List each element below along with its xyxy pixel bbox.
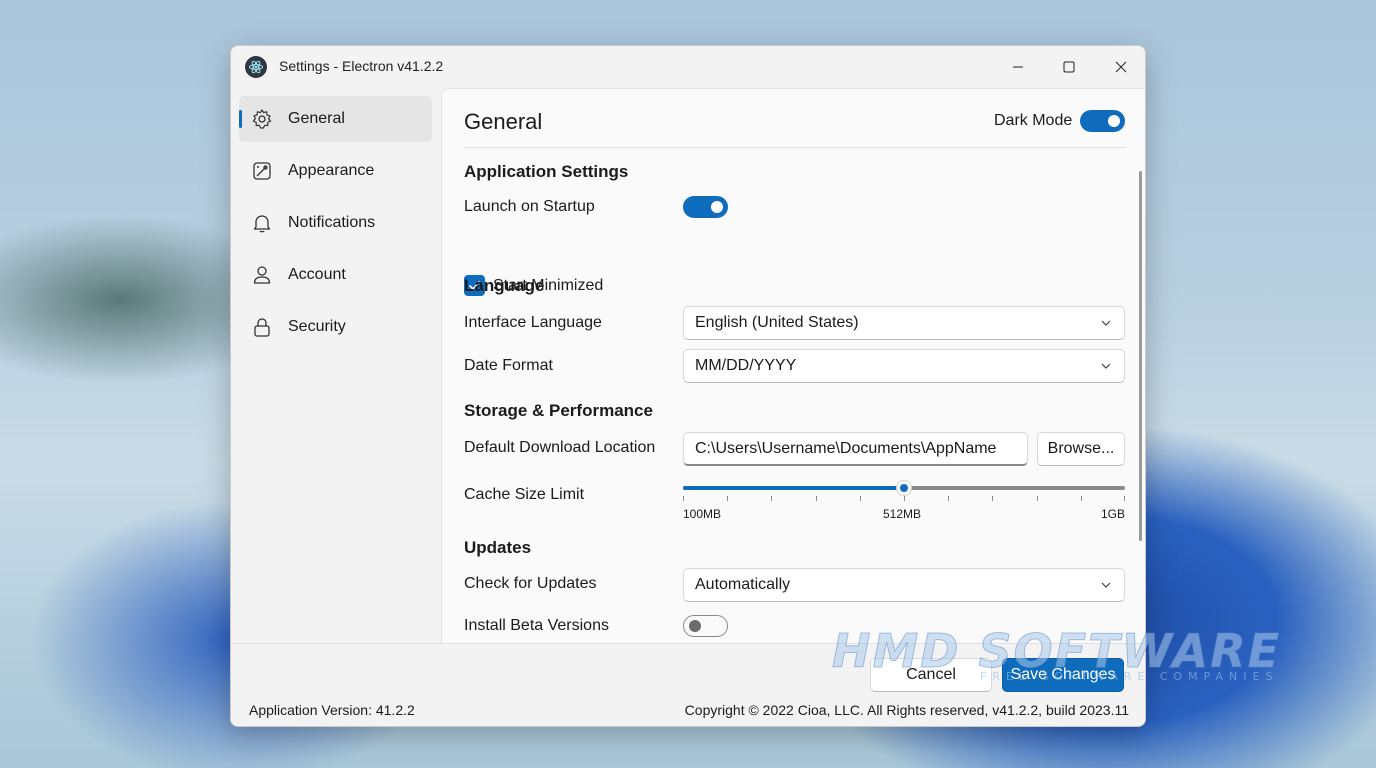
interface-language-label: Interface Language xyxy=(464,314,602,331)
slider-tick xyxy=(992,496,993,501)
footer: Cancel Save Changes Application Version:… xyxy=(231,643,1145,726)
sidebar-item-notifications[interactable]: Notifications xyxy=(239,200,432,246)
settings-content: General Dark Mode Application Settings L… xyxy=(441,88,1145,643)
header-divider xyxy=(464,147,1126,148)
active-indicator xyxy=(239,110,242,128)
slider-tick xyxy=(1124,496,1125,501)
chevron-down-icon xyxy=(1101,320,1111,326)
slider-tick xyxy=(1081,496,1082,501)
download-location-label: Default Download Location xyxy=(464,439,656,456)
dark-mode-toggle[interactable] xyxy=(1080,110,1125,132)
cache-size-slider[interactable]: 100MB 512MB 1GB xyxy=(683,478,1125,521)
date-format-label: Date Format xyxy=(464,357,553,374)
download-location-value: C:\Users\Username\Documents\AppName xyxy=(695,440,997,457)
slider-tick xyxy=(816,496,817,501)
page-title: General xyxy=(464,109,543,134)
save-changes-button[interactable]: Save Changes xyxy=(1002,658,1124,692)
maximize-button[interactable] xyxy=(1044,46,1094,88)
lock-icon xyxy=(254,318,270,337)
check-updates-dropdown[interactable]: Automatically xyxy=(683,568,1125,602)
cancel-button[interactable]: Cancel xyxy=(870,658,992,692)
slider-tick xyxy=(860,496,861,501)
gear-icon xyxy=(252,109,272,129)
beta-versions-toggle[interactable] xyxy=(683,615,728,637)
slider-fill xyxy=(683,486,904,490)
launch-on-startup-toggle[interactable] xyxy=(683,196,728,218)
app-version: Application Version: 41.2.2 xyxy=(249,702,415,718)
section-storage-performance: Storage & Performance xyxy=(464,401,653,420)
sidebar-item-label: General xyxy=(288,110,345,127)
chevron-down-icon xyxy=(1101,582,1111,588)
electron-app-icon xyxy=(245,56,267,78)
sidebar-item-account[interactable]: Account xyxy=(239,252,432,298)
copyright-text: Copyright © 2022 Cioa, LLC. All Rights r… xyxy=(684,702,1129,718)
toggle-knob xyxy=(711,201,723,213)
date-format-dropdown[interactable]: MM/DD/YYYY xyxy=(683,349,1125,383)
palette-icon xyxy=(253,162,271,180)
check-updates-label: Check for Updates xyxy=(464,575,597,592)
dropdown-value: MM/DD/YYYY xyxy=(695,357,797,374)
close-button[interactable] xyxy=(1096,46,1145,88)
window-title: Settings - Electron v41.2.2 xyxy=(279,58,444,74)
maximize-icon xyxy=(1063,61,1075,73)
minimize-button[interactable] xyxy=(993,46,1043,88)
download-location-input[interactable]: C:\Users\Username\Documents\AppName xyxy=(683,432,1028,466)
settings-window: Settings - Electron v41.2.2 General Appe… xyxy=(230,45,1146,727)
section-updates: Updates xyxy=(464,538,532,557)
beta-versions-label: Install Beta Versions xyxy=(464,617,609,634)
sidebar: General Appearance Notifications Account… xyxy=(231,88,441,643)
interface-language-dropdown[interactable]: English (United States) xyxy=(683,306,1125,340)
slider-tick xyxy=(683,496,684,501)
sidebar-item-security[interactable]: Security xyxy=(239,304,432,350)
slider-min-label: 100MB xyxy=(683,507,722,521)
sidebar-item-appearance[interactable]: Appearance xyxy=(239,148,432,194)
browse-button[interactable]: Browse... xyxy=(1037,432,1125,466)
scrollbar[interactable] xyxy=(1139,171,1142,541)
dark-mode-label: Dark Mode xyxy=(994,112,1073,129)
person-icon xyxy=(253,266,271,284)
slider-max-label: 1GB xyxy=(1100,507,1125,521)
sidebar-item-label: Account xyxy=(288,266,346,283)
slider-mid-label: 512MB xyxy=(883,507,922,521)
slider-thumb[interactable] xyxy=(896,480,912,496)
dropdown-value: English (United States) xyxy=(695,314,859,331)
slider-tick xyxy=(948,496,949,501)
cache-size-label: Cache Size Limit xyxy=(464,486,585,503)
slider-tick xyxy=(727,496,728,501)
title-bar[interactable]: Settings - Electron v41.2.2 xyxy=(231,46,1145,88)
close-icon xyxy=(1115,61,1127,73)
sidebar-item-label: Appearance xyxy=(288,162,375,179)
launch-on-startup-label: Launch on Startup xyxy=(464,198,595,215)
slider-tick xyxy=(1037,496,1038,501)
toggle-knob xyxy=(689,620,701,632)
dropdown-value: Automatically xyxy=(695,576,791,593)
sidebar-item-label: Notifications xyxy=(288,214,376,231)
sidebar-item-general[interactable]: General xyxy=(239,96,432,142)
bell-icon xyxy=(253,215,271,233)
section-application-settings: Application Settings xyxy=(464,162,629,181)
chevron-down-icon xyxy=(1101,363,1111,369)
section-language: Language xyxy=(464,276,545,295)
slider-tick xyxy=(904,496,905,501)
slider-tick xyxy=(771,496,772,501)
minimize-icon xyxy=(1013,66,1023,68)
toggle-knob xyxy=(1108,115,1120,127)
sidebar-item-label: Security xyxy=(288,318,346,335)
